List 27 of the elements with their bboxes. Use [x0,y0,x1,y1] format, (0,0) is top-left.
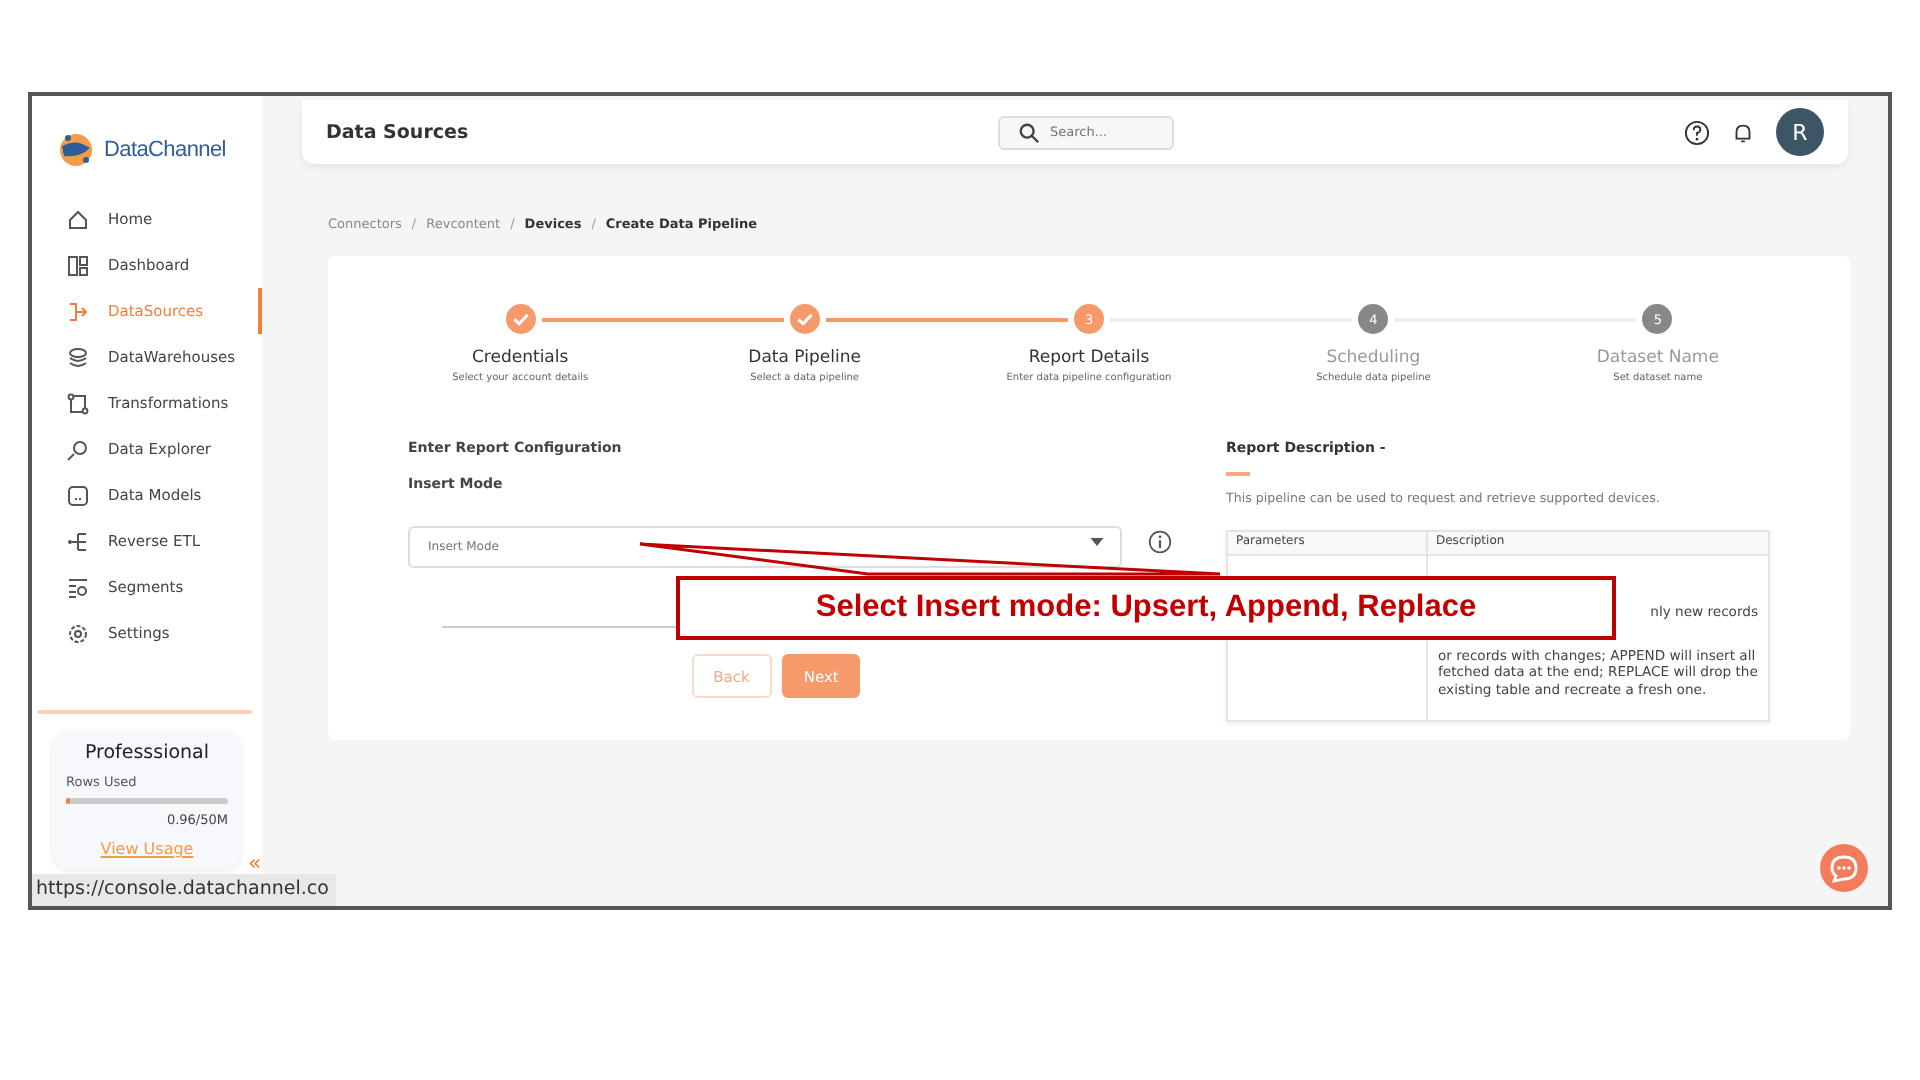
gear-icon [66,621,90,645]
help-icon[interactable] [1684,119,1710,145]
page-title: Data Sources [326,121,471,143]
dashboard-icon [66,253,90,277]
step-title: Data Pipeline [748,348,861,368]
stack-icon [66,345,90,369]
bell-icon[interactable] [1730,119,1756,145]
step-title: Scheduling [1326,348,1421,368]
list-search-icon [66,575,90,599]
brand-name: DataChannel [104,138,226,162]
user-avatar[interactable]: R [1776,108,1824,156]
annotation-callout: Select Insert mode: Upsert, Append, Replace [676,576,1616,640]
home-icon [66,207,90,231]
flow-icon [66,391,90,415]
step-title: Dataset Name [1596,348,1719,368]
branch-icon [66,529,90,553]
pipeline-icon [66,299,90,323]
search-icon [1018,121,1040,143]
step-title: Report Details [1028,348,1150,368]
chat-button[interactable] [1820,844,1868,892]
status-url: https://console.datachannel.co [32,874,337,906]
step-title: Credentials [472,348,569,368]
caret-icon [1090,538,1104,546]
globe-logo-icon [56,130,96,170]
plan-name: Professsional [82,742,212,764]
model-icon [66,483,90,507]
info-icon[interactable] [1148,529,1172,553]
